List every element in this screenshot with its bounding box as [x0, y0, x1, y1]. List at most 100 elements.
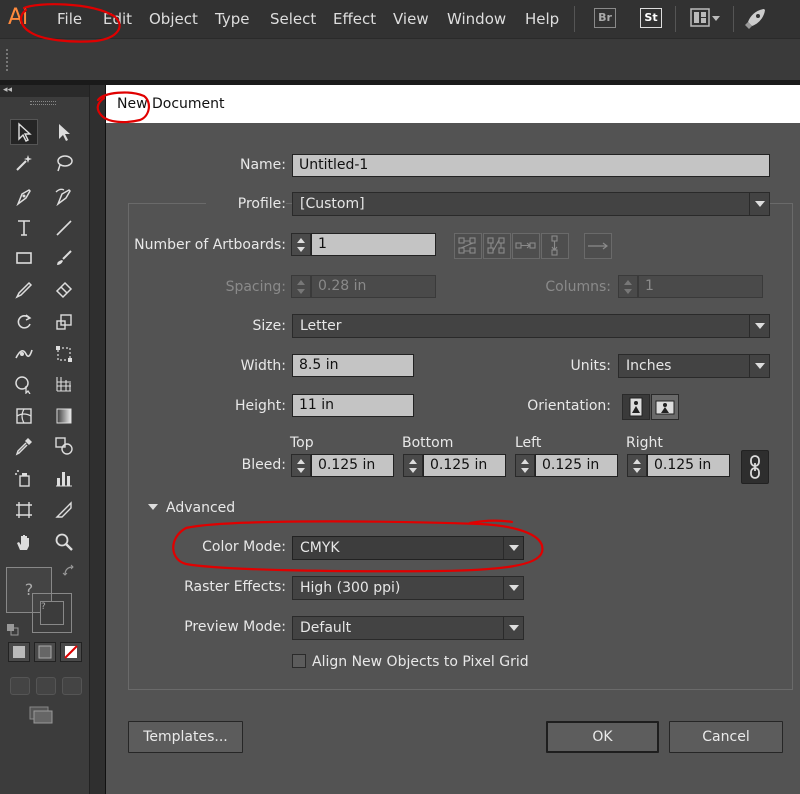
dialog-titlebar[interactable]: New Document — [106, 85, 800, 123]
menu-help[interactable]: Help — [525, 10, 559, 28]
blend-tool-icon[interactable] — [50, 433, 78, 459]
gradient-mode-button[interactable] — [34, 642, 56, 662]
stepper-arrows-icon[interactable] — [403, 454, 423, 477]
rotate-tool-icon[interactable] — [10, 309, 38, 335]
preview-mode-dropdown[interactable]: Default — [292, 616, 524, 640]
stepper-arrows-icon[interactable] — [291, 233, 311, 256]
bridge-button[interactable]: Br — [594, 8, 616, 28]
menu-edit[interactable]: Edit — [103, 10, 132, 28]
bleed-right-input[interactable]: 0.125 in — [647, 454, 730, 477]
default-fill-stroke-icon[interactable] — [7, 621, 19, 636]
menu-object[interactable]: Object — [149, 10, 198, 28]
type-tool-icon[interactable] — [10, 215, 38, 241]
magic-wand-tool-icon[interactable] — [10, 150, 38, 176]
shape-builder-tool-icon[interactable] — [10, 371, 38, 397]
draw-normal-icon[interactable] — [10, 677, 30, 695]
columns-input[interactable]: 1 — [638, 275, 763, 298]
eyedropper-tool-icon[interactable] — [10, 433, 38, 459]
curvature-tool-icon[interactable] — [50, 183, 78, 209]
gradient-tool-icon[interactable] — [50, 403, 78, 429]
artboard-tool-icon[interactable] — [10, 497, 38, 523]
arrange-by-row-icon[interactable] — [512, 233, 540, 259]
bleed-top-label: Top — [290, 435, 314, 451]
rocket-icon[interactable] — [742, 6, 768, 32]
bleed-left-input[interactable]: 0.125 in — [535, 454, 618, 477]
menu-file[interactable]: File — [57, 10, 82, 28]
pen-tool-icon[interactable] — [10, 183, 38, 209]
portrait-orientation-icon[interactable] — [622, 394, 650, 420]
bleed-top-stepper[interactable]: 0.125 in — [291, 454, 394, 477]
height-input[interactable]: 11 in — [292, 394, 414, 417]
bleed-bottom-input[interactable]: 0.125 in — [423, 454, 506, 477]
width-tool-icon[interactable] — [10, 341, 38, 367]
stepper-arrows-icon[interactable] — [515, 454, 535, 477]
bleed-bottom-stepper[interactable]: 0.125 in — [403, 454, 506, 477]
screen-mode-icon[interactable] — [28, 705, 54, 725]
grid-by-row-icon[interactable] — [454, 233, 482, 259]
eraser-tool-icon[interactable] — [50, 277, 78, 303]
name-input[interactable]: Untitled-1 — [292, 154, 770, 177]
swap-fill-stroke-icon[interactable] — [62, 563, 76, 577]
panel-grip[interactable] — [6, 49, 9, 71]
landscape-orientation-icon[interactable] — [651, 394, 679, 420]
link-bleed-icon[interactable] — [741, 450, 769, 484]
scale-tool-icon[interactable] — [50, 309, 78, 335]
none-mode-button[interactable] — [60, 642, 82, 662]
raster-effects-dropdown[interactable]: High (300 ppi) — [292, 576, 524, 600]
menu-view[interactable]: View — [393, 10, 429, 28]
bleed-right-stepper[interactable]: 0.125 in — [627, 454, 730, 477]
artboards-stepper[interactable]: 1 — [291, 233, 436, 256]
symbol-sprayer-tool-icon[interactable] — [10, 465, 38, 491]
menu-type[interactable]: Type — [215, 10, 249, 28]
panel-grip[interactable] — [30, 101, 56, 105]
templates-button[interactable]: Templates... — [128, 721, 243, 753]
workspace-switcher-icon[interactable] — [690, 8, 720, 28]
hand-tool-icon[interactable] — [10, 529, 38, 555]
width-input[interactable]: 8.5 in — [292, 354, 414, 377]
slice-tool-icon[interactable] — [50, 497, 78, 523]
stock-button[interactable]: St — [640, 8, 662, 28]
stepper-arrows-icon[interactable] — [618, 275, 638, 298]
column-graph-tool-icon[interactable] — [50, 465, 78, 491]
menu-window[interactable]: Window — [447, 10, 506, 28]
ok-button[interactable]: OK — [546, 721, 659, 753]
mesh-tool-icon[interactable] — [10, 403, 38, 429]
direct-selection-tool-icon[interactable] — [50, 119, 78, 145]
perspective-grid-tool-icon[interactable] — [50, 371, 78, 397]
advanced-disclosure[interactable]: Advanced — [148, 500, 235, 516]
preview-mode-value: Default — [300, 620, 352, 636]
zoom-tool-icon[interactable] — [50, 529, 78, 555]
spacing-stepper[interactable]: 0.28 in — [291, 275, 436, 298]
columns-stepper[interactable]: 1 — [618, 275, 763, 298]
paintbrush-tool-icon[interactable] — [50, 245, 78, 271]
line-tool-icon[interactable] — [50, 215, 78, 241]
grid-by-column-icon[interactable] — [483, 233, 511, 259]
arrange-by-column-icon[interactable] — [541, 233, 569, 259]
pencil-tool-icon[interactable] — [10, 277, 38, 303]
stroke-swatch-inner[interactable]: ? — [40, 601, 64, 625]
draw-inside-icon[interactable] — [62, 677, 82, 695]
size-dropdown[interactable]: Letter — [292, 314, 770, 338]
menu-select[interactable]: Select — [270, 10, 316, 28]
rectangle-tool-icon[interactable] — [10, 245, 38, 271]
artboards-input[interactable]: 1 — [311, 233, 436, 256]
fill-color-mode-button[interactable] — [8, 642, 30, 662]
selection-tool-icon[interactable] — [10, 119, 38, 145]
stepper-arrows-icon[interactable] — [291, 275, 311, 298]
bleed-top-input[interactable]: 0.125 in — [311, 454, 394, 477]
menu-effect[interactable]: Effect — [333, 10, 376, 28]
stepper-arrows-icon[interactable] — [627, 454, 647, 477]
draw-behind-icon[interactable] — [36, 677, 56, 695]
spacing-input[interactable]: 0.28 in — [311, 275, 436, 298]
pixel-grid-checkbox[interactable] — [292, 654, 306, 668]
change-to-rtl-icon[interactable] — [584, 233, 612, 259]
profile-dropdown[interactable]: [Custom] — [292, 192, 770, 216]
units-dropdown[interactable]: Inches — [618, 354, 770, 378]
lasso-tool-icon[interactable] — [50, 150, 78, 176]
free-transform-tool-icon[interactable] — [50, 341, 78, 367]
cancel-button[interactable]: Cancel — [669, 721, 783, 753]
tools-panel-collapse-button[interactable]: ◂◂ — [0, 85, 89, 97]
stepper-arrows-icon[interactable] — [291, 454, 311, 477]
bleed-left-stepper[interactable]: 0.125 in — [515, 454, 618, 477]
color-mode-dropdown[interactable]: CMYK — [292, 536, 524, 560]
